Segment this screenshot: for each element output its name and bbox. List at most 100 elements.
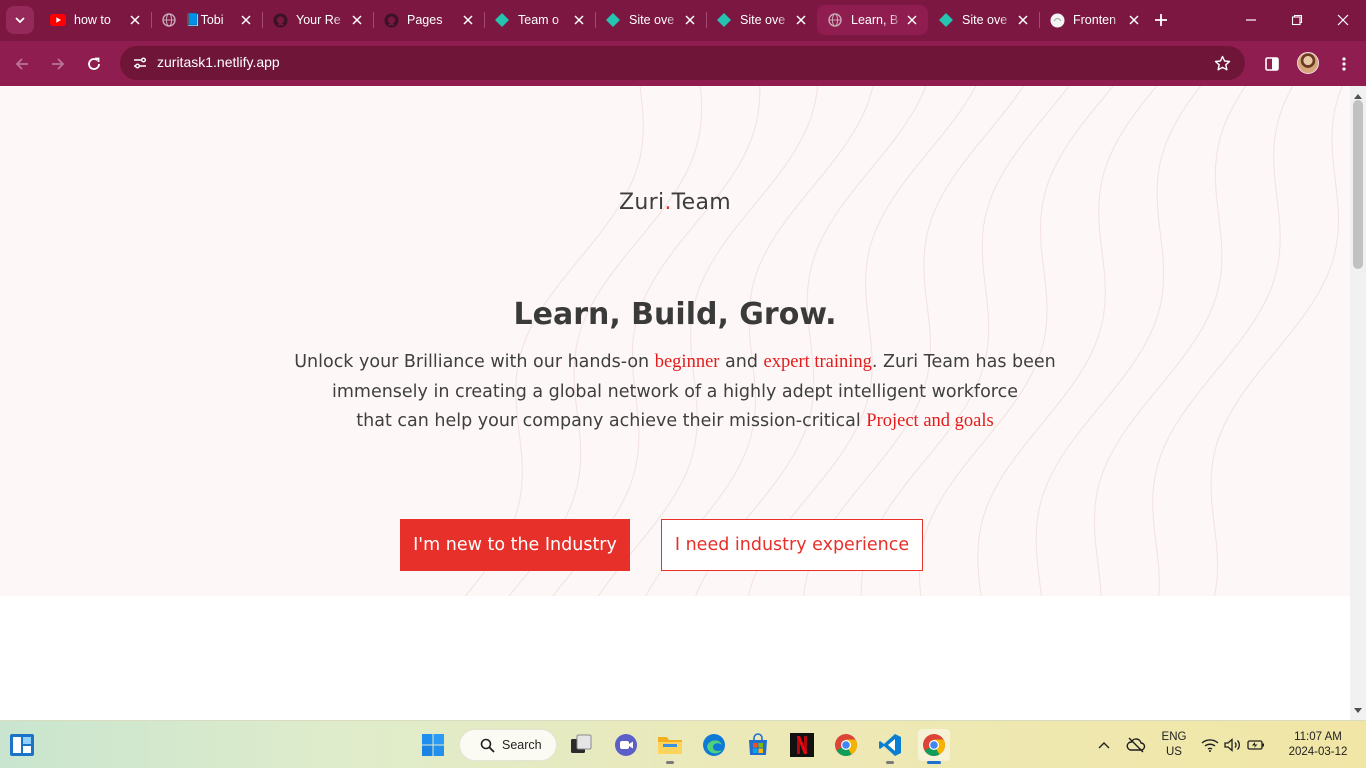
- minimize-button[interactable]: [1239, 8, 1263, 32]
- reload-icon: [88, 57, 100, 70]
- tab-title: Site ove: [629, 13, 675, 27]
- chrome-profile-button[interactable]: [918, 729, 950, 764]
- close-tab-icon[interactable]: [682, 12, 698, 28]
- close-tab-icon[interactable]: [571, 12, 587, 28]
- youtube-icon: [50, 12, 66, 28]
- close-tab-icon[interactable]: [1015, 12, 1031, 28]
- triangle-down-icon: [1354, 708, 1362, 713]
- meet-icon: [615, 734, 637, 756]
- volume-icon: [1224, 738, 1240, 752]
- tab-search-button[interactable]: [6, 6, 34, 34]
- new-tab-button[interactable]: [1150, 9, 1172, 31]
- taskbar-search[interactable]: Search: [459, 729, 557, 761]
- reload-button[interactable]: [80, 50, 108, 78]
- netlify-icon: [605, 12, 621, 28]
- microsoft-store-button[interactable]: [742, 729, 774, 761]
- browser-tab-strip: how to 📘Tobi Your Re Pages Team o Site o…: [0, 0, 1366, 41]
- site-info-button[interactable]: [128, 51, 152, 75]
- close-tab-icon[interactable]: [238, 12, 254, 28]
- windows-start-button[interactable]: [417, 729, 449, 761]
- show-hidden-icons-button[interactable]: [1094, 721, 1114, 768]
- browser-tab[interactable]: Site ove: [928, 5, 1039, 35]
- lead-highlight-beginner: beginner: [654, 352, 720, 372]
- page-scrollbar[interactable]: [1350, 86, 1366, 720]
- close-tab-icon[interactable]: [349, 12, 365, 28]
- restore-icon: [1291, 14, 1303, 26]
- lead-text: and: [719, 352, 764, 372]
- side-panel-button[interactable]: [1258, 50, 1286, 78]
- globe-icon: [827, 12, 843, 28]
- language-code: ENG: [1161, 731, 1187, 743]
- close-icon: [1337, 14, 1349, 26]
- vscode-button[interactable]: [874, 729, 906, 764]
- menu-button[interactable]: [1330, 50, 1358, 78]
- input-language-button[interactable]: ENG US: [1156, 721, 1192, 768]
- tune-icon: [134, 57, 146, 69]
- globe-icon: [161, 12, 177, 28]
- chrome-button[interactable]: [830, 729, 862, 761]
- close-tab-icon[interactable]: [460, 12, 476, 28]
- task-view-button[interactable]: [565, 729, 597, 761]
- bookmark-button[interactable]: [1211, 52, 1233, 74]
- clock-button[interactable]: 11:07 AM 2024-03-12: [1276, 721, 1360, 768]
- forward-button[interactable]: [44, 50, 72, 78]
- taskbar-search-label: Search: [502, 738, 542, 752]
- address-bar[interactable]: zuritask1.netlify.app: [120, 46, 1245, 80]
- star-icon: [1214, 55, 1230, 70]
- tab-title: 📘Tobi: [185, 12, 224, 27]
- profile-avatar[interactable]: [1297, 52, 1319, 74]
- wave-line: [1093, 86, 1247, 596]
- lead-text: Unlock your Brilliance with our hands-on: [294, 352, 655, 372]
- hero-headline: Learn, Build, Grow.: [513, 297, 837, 332]
- widgets-button[interactable]: [6, 729, 38, 761]
- browser-tab[interactable]: Pages: [373, 5, 484, 35]
- tab-title: Site ove: [962, 13, 1008, 27]
- tab-title: Your Re: [296, 13, 341, 27]
- restore-button[interactable]: [1285, 8, 1309, 32]
- tab-title: how to: [74, 13, 111, 27]
- need-experience-button[interactable]: I need industry experience: [661, 519, 923, 571]
- netflix-button[interactable]: [786, 729, 818, 761]
- browser-tab[interactable]: Fronten: [1039, 5, 1150, 35]
- close-tab-icon[interactable]: [127, 12, 143, 28]
- logo-text-zuri: Zuri: [618, 190, 665, 215]
- browser-tab[interactable]: 📘Tobi: [151, 5, 262, 35]
- scroll-down-arrow[interactable]: [1354, 707, 1362, 715]
- minimize-icon: [1246, 19, 1256, 21]
- edge-browser-button[interactable]: [698, 729, 730, 761]
- widgets-icon: [10, 734, 34, 756]
- chevron-down-icon: [15, 17, 25, 24]
- close-tab-icon[interactable]: [1126, 12, 1142, 28]
- browser-tab[interactable]: Your Re: [262, 5, 373, 35]
- clock-date: 2024-03-12: [1288, 746, 1348, 758]
- netlify-icon: [938, 12, 954, 28]
- close-window-button[interactable]: [1331, 8, 1355, 32]
- url-text[interactable]: zuritask1.netlify.app: [157, 54, 280, 70]
- browser-tab[interactable]: Team o: [484, 5, 595, 35]
- hero-section: Zuri.Team Learn, Build, Grow. Unlock you…: [0, 86, 1350, 596]
- file-explorer-button[interactable]: [654, 729, 686, 764]
- close-tab-icon[interactable]: [904, 12, 920, 28]
- browser-tab[interactable]: Site ove: [706, 5, 817, 35]
- back-button[interactable]: [8, 50, 36, 78]
- plus-icon: [1155, 14, 1167, 26]
- browser-tab-active[interactable]: Learn, B: [817, 5, 928, 35]
- search-icon: [480, 738, 495, 753]
- chrome-profile-icon: [923, 734, 945, 756]
- onedrive-button[interactable]: [1124, 721, 1148, 768]
- quick-settings-button[interactable]: [1200, 721, 1266, 768]
- github-icon: [383, 12, 399, 28]
- browser-tab[interactable]: Site ove: [595, 5, 706, 35]
- lead-text: immensely in creating a global network o…: [331, 381, 1018, 402]
- new-to-industry-button[interactable]: I'm new to the Industry: [400, 519, 630, 571]
- site-logo[interactable]: Zuri.Team: [0, 190, 1350, 215]
- close-tab-icon[interactable]: [793, 12, 809, 28]
- logo-text-team: Team: [671, 190, 732, 215]
- scroll-thumb[interactable]: [1353, 100, 1363, 269]
- vscode-icon: [879, 734, 901, 756]
- netflix-icon: [790, 733, 814, 757]
- meet-app-button[interactable]: [610, 729, 642, 761]
- browser-tab[interactable]: how to: [40, 5, 151, 35]
- scroll-up-arrow[interactable]: [1354, 92, 1362, 100]
- microsoft-store-icon: [749, 733, 767, 755]
